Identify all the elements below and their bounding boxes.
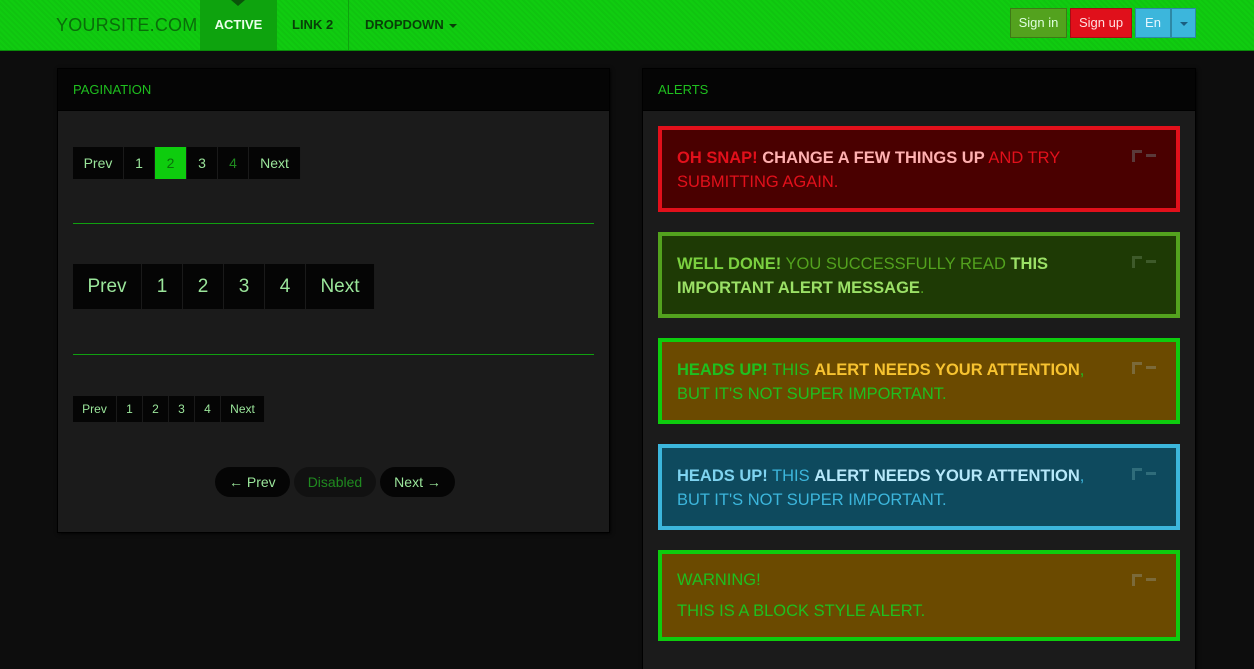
alert-strong: Heads up! <box>677 361 768 379</box>
brand-logo[interactable]: YOURSITE.COM <box>56 15 197 36</box>
nav-item-dropdown-label: Dropdown <box>365 17 444 32</box>
page-next[interactable]: Next <box>249 147 301 179</box>
pagination-large: Prev 1 2 3 4 Next <box>73 264 375 309</box>
page-2[interactable]: 2 <box>183 264 224 309</box>
page-1[interactable]: 1 <box>117 396 143 422</box>
panel-title: Pagination <box>58 69 609 111</box>
close-icon[interactable] <box>1132 150 1158 164</box>
pagination-default: Prev 1 2 3 4 Next <box>73 147 301 179</box>
page-next[interactable]: Next <box>306 264 375 309</box>
page-1[interactable]: 1 <box>124 147 155 179</box>
nav-item-active[interactable]: Active <box>200 0 277 50</box>
alert-highlight: alert needs your attention <box>814 361 1080 379</box>
alert-strong: Oh snap! <box>677 149 758 167</box>
pager-disabled-button: Disabled <box>293 467 377 497</box>
page-prev[interactable]: Prev <box>73 147 124 179</box>
pager-next-button[interactable]: Next → <box>380 467 455 497</box>
pagination-panel: Pagination Prev 1 2 3 4 Next Prev 1 2 3 … <box>57 68 610 533</box>
page-2-active[interactable]: 2 <box>155 147 187 179</box>
nav-item-link2[interactable]: Link 2 <box>277 0 350 50</box>
alert-text: This <box>767 361 815 379</box>
alert-highlight: alert needs your attention <box>814 467 1080 485</box>
navbar: YOURSITE.COM Active Link 2 Dropdown Sign… <box>0 0 1254 51</box>
close-icon[interactable] <box>1132 362 1158 376</box>
signup-button[interactable]: Sign up <box>1070 8 1132 38</box>
alert-danger: Oh snap! Change a few things up and try … <box>658 126 1180 212</box>
alert-text: This is a block style alert. <box>677 602 926 620</box>
alert-warning: Heads up! This alert needs your attentio… <box>658 338 1180 424</box>
alert-strong: Well done! <box>677 255 782 273</box>
page-4[interactable]: 4 <box>195 396 221 422</box>
page-next[interactable]: Next <box>221 396 265 422</box>
page-prev[interactable]: Prev <box>73 264 142 309</box>
chevron-down-icon <box>448 23 457 28</box>
pager-prev-button[interactable]: ← Prev <box>215 467 290 497</box>
alert-block: Warning! This is a block style alert. <box>658 550 1180 641</box>
page-4[interactable]: 4 <box>265 264 306 309</box>
alert-text: You successfully read <box>781 255 1011 273</box>
chevron-down-icon <box>1179 21 1188 26</box>
language-dropdown-toggle[interactable] <box>1171 8 1196 38</box>
pagination-small: Prev 1 2 3 4 Next <box>73 396 265 422</box>
divider <box>73 354 594 355</box>
page-3[interactable]: 3 <box>224 264 265 309</box>
close-icon[interactable] <box>1132 468 1158 482</box>
alerts-panel: Alerts Oh snap! Change a few things up a… <box>642 68 1196 669</box>
divider <box>73 223 594 224</box>
alert-text: This <box>767 467 815 485</box>
alert-strong: Heads up! <box>677 467 768 485</box>
alert-heading: Warning! <box>677 571 761 589</box>
page-1[interactable]: 1 <box>142 264 183 309</box>
active-indicator-icon <box>231 0 245 6</box>
page-3[interactable]: 3 <box>187 147 218 179</box>
close-icon[interactable] <box>1132 256 1158 270</box>
panel-title: Alerts <box>643 69 1195 111</box>
nav-item-dropdown[interactable]: Dropdown <box>350 0 472 50</box>
alert-highlight: Change a few things up <box>762 149 985 167</box>
page-prev[interactable]: Prev <box>73 396 117 422</box>
page-2[interactable]: 2 <box>143 396 169 422</box>
page-3[interactable]: 3 <box>169 396 195 422</box>
alert-info: Heads up! This alert needs your attentio… <box>658 444 1180 530</box>
alert-success: Well done! You successfully read this im… <box>658 232 1180 318</box>
pager: ← Prev Disabled Next → <box>215 467 455 497</box>
signin-button[interactable]: Sign in <box>1010 8 1067 38</box>
close-icon[interactable] <box>1132 574 1158 588</box>
language-button[interactable]: En <box>1135 8 1171 38</box>
page-4-disabled: 4 <box>218 147 249 179</box>
nav-item-link2-label: Link 2 <box>292 17 334 32</box>
alert-text-end: . <box>919 279 925 297</box>
nav-item-active-label: Active <box>214 17 263 32</box>
